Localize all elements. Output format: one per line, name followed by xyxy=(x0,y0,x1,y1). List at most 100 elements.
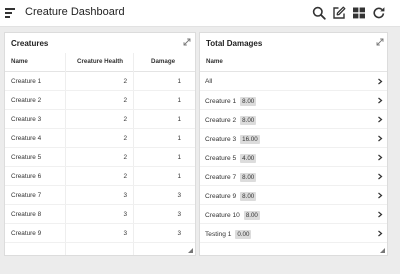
cell-name: Creature 3 xyxy=(11,116,42,123)
cell-name: Creature 6 xyxy=(11,173,42,180)
value-badge: 8.00 xyxy=(240,192,257,201)
cell-damage: 3 xyxy=(177,230,181,237)
value-badge: 16.00 xyxy=(240,135,260,144)
cell-health: 3 xyxy=(123,211,127,218)
cell-health: 2 xyxy=(123,173,127,180)
value-badge: 8.00 xyxy=(240,97,257,106)
cell-name: Creature 9 xyxy=(11,230,42,237)
list-item[interactable]: Creature 5 4.00 xyxy=(200,148,387,167)
list-item-label: Creature 7 8.00 xyxy=(205,173,257,182)
list-item-label: Creature 9 8.00 xyxy=(205,192,257,201)
list-item-label: Creature 1 8.00 xyxy=(205,97,257,106)
table-row[interactable]: Creature 7 3 3 xyxy=(5,186,195,205)
refresh-icon[interactable] xyxy=(372,6,386,20)
panel-title-total-damages: Total Damages xyxy=(206,39,263,48)
chevron-right-icon xyxy=(377,97,383,104)
panel-title-creatures: Creatures xyxy=(11,39,49,48)
expand-icon[interactable] xyxy=(376,38,384,46)
value-badge: 8.00 xyxy=(240,116,257,125)
cell-damage: 1 xyxy=(177,116,181,123)
value-badge: 8.00 xyxy=(240,173,257,182)
item-name: All xyxy=(205,78,213,85)
item-name: Creature 7 xyxy=(205,174,237,181)
chevron-right-icon xyxy=(377,78,383,85)
search-icon[interactable] xyxy=(312,6,326,20)
cell-damage: 1 xyxy=(177,97,181,104)
cell-name: Creature 7 xyxy=(11,192,42,199)
cell-health: 2 xyxy=(123,78,127,85)
cell-name: Creature 2 xyxy=(11,97,42,104)
resize-handle-icon[interactable] xyxy=(380,248,385,253)
top-app-bar: Creature Dashboard xyxy=(0,0,400,27)
list-item[interactable]: Testing 1 0.00 xyxy=(200,224,387,243)
chevron-right-icon xyxy=(377,135,383,142)
list-item[interactable]: Creature 1 8.00 xyxy=(200,91,387,110)
table-row[interactable]: Creature 3 2 1 xyxy=(5,110,195,129)
item-name: Creature 5 xyxy=(205,155,237,162)
cell-health: 3 xyxy=(123,192,127,199)
cell-name: Creature 1 xyxy=(11,78,42,85)
cell-damage: 3 xyxy=(177,211,181,218)
cell-damage: 1 xyxy=(177,173,181,180)
table-row[interactable]: Creature 2 2 1 xyxy=(5,91,195,110)
column-header-damage[interactable]: Damage xyxy=(151,58,175,65)
column-header-name[interactable]: Name xyxy=(11,58,28,65)
item-name: Testing 1 xyxy=(205,231,232,238)
column-header-creature-health[interactable]: Creature Health xyxy=(77,58,123,65)
app-title: Creature Dashboard xyxy=(25,6,125,18)
grid-icon[interactable] xyxy=(352,6,366,20)
item-name: Creature 1 xyxy=(205,98,237,105)
list-item[interactable]: Creature 2 8.00 xyxy=(200,110,387,129)
resize-handle-icon[interactable] xyxy=(188,248,193,253)
table-row[interactable]: Creature 1 2 1 xyxy=(5,72,195,91)
list-item-label: Creature 5 4.00 xyxy=(205,154,257,163)
item-name: Creature 10 xyxy=(205,212,240,219)
cell-name: Creature 8 xyxy=(11,211,42,218)
item-name: Creature 9 xyxy=(205,193,237,200)
list-item-label: All xyxy=(205,78,212,85)
chevron-right-icon xyxy=(377,192,383,199)
cell-health: 2 xyxy=(123,154,127,161)
table-row[interactable]: Creature 6 2 1 xyxy=(5,167,195,186)
list-item[interactable]: Creature 7 8.00 xyxy=(200,167,387,186)
list-item[interactable]: Creature 3 16.00 xyxy=(200,129,387,148)
expand-icon[interactable] xyxy=(183,38,191,46)
item-name: Creature 3 xyxy=(205,136,237,143)
cell-damage: 1 xyxy=(177,78,181,85)
menu-icon[interactable] xyxy=(5,8,16,18)
value-badge: 0.00 xyxy=(235,230,252,239)
list-item[interactable]: Creature 10 8.00 xyxy=(200,205,387,224)
table-header: Name Creature Health Damage xyxy=(5,54,195,72)
list-item-label: Creature 10 8.00 xyxy=(205,211,260,220)
cell-health: 3 xyxy=(123,230,127,237)
table-row[interactable]: Creature 8 3 3 xyxy=(5,205,195,224)
list-item[interactable]: Creature 9 8.00 xyxy=(200,186,387,205)
list-item[interactable]: All xyxy=(200,72,387,91)
chevron-right-icon xyxy=(377,211,383,218)
list-item-label: Creature 2 8.00 xyxy=(205,116,257,125)
cell-damage: 1 xyxy=(177,154,181,161)
list-item-label: Creature 3 16.00 xyxy=(205,135,260,144)
cell-damage: 1 xyxy=(177,135,181,142)
cell-health: 2 xyxy=(123,97,127,104)
table-row[interactable]: Creature 9 3 3 xyxy=(5,224,195,243)
cell-health: 2 xyxy=(123,116,127,123)
list-item-label: Testing 1 0.00 xyxy=(205,230,252,239)
value-badge: 8.00 xyxy=(243,211,260,220)
list-header: Name xyxy=(200,54,387,72)
total-damages-panel: Total Damages Name All Creature 1 8.00 Cr… xyxy=(199,32,388,256)
cell-damage: 3 xyxy=(177,192,181,199)
chevron-right-icon xyxy=(377,154,383,161)
item-name: Creature 2 xyxy=(205,117,237,124)
cell-health: 2 xyxy=(123,135,127,142)
chevron-right-icon xyxy=(377,173,383,180)
edit-icon[interactable] xyxy=(332,6,346,20)
table-row[interactable]: Creature 4 2 1 xyxy=(5,129,195,148)
table-row[interactable]: Creature 5 2 1 xyxy=(5,148,195,167)
value-badge: 4.00 xyxy=(240,154,257,163)
cell-name: Creature 4 xyxy=(11,135,42,142)
cell-name: Creature 5 xyxy=(11,154,42,161)
chevron-right-icon xyxy=(377,230,383,237)
creatures-panel: Creatures Name Creature Health Damage Cr… xyxy=(4,32,196,256)
chevron-right-icon xyxy=(377,116,383,123)
